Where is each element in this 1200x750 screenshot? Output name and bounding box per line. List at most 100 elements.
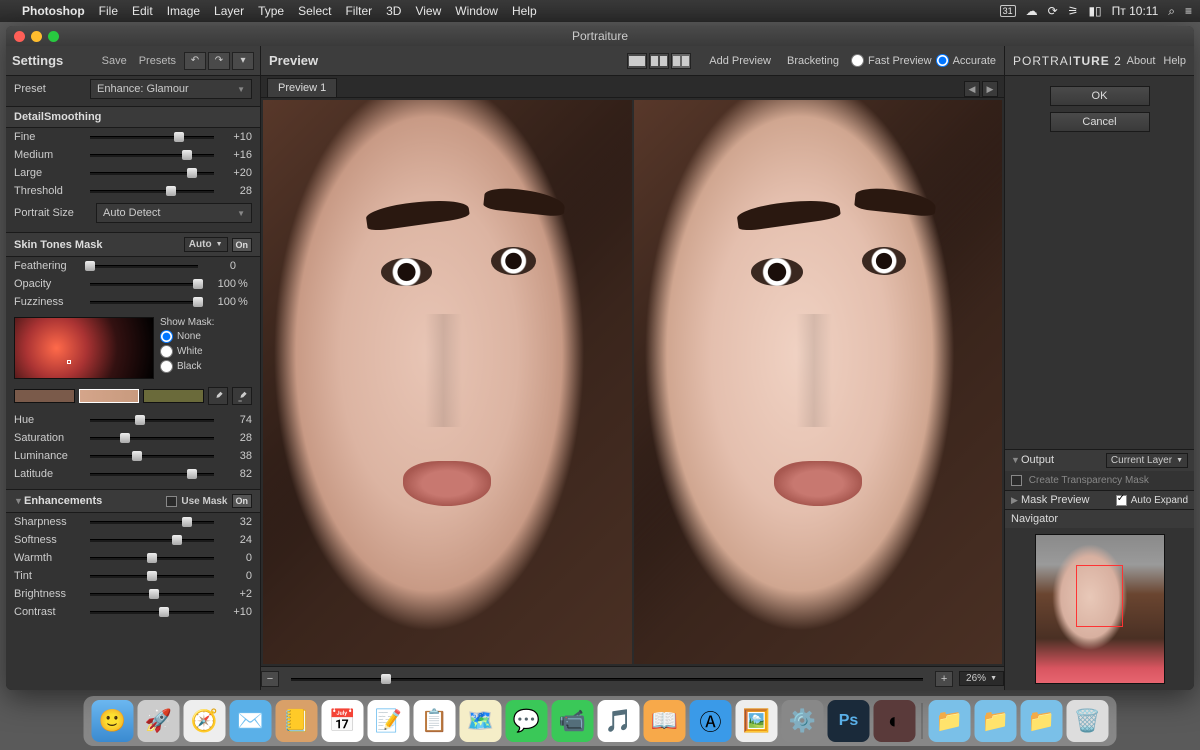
wifi-icon[interactable]: ⚞: [1068, 4, 1079, 18]
eyedropper-icon[interactable]: [208, 387, 228, 405]
dock-launchpad-icon[interactable]: 🚀: [138, 700, 180, 742]
help-link[interactable]: Help: [1163, 55, 1186, 67]
mask-white-radio[interactable]: White: [160, 345, 252, 358]
dock-safari-icon[interactable]: 🧭: [184, 700, 226, 742]
saturation-slider[interactable]: [90, 432, 214, 444]
menu-type[interactable]: Type: [258, 4, 284, 18]
undo-icon[interactable]: ↶: [184, 52, 206, 70]
cloud-icon[interactable]: ☁: [1026, 4, 1038, 18]
preview-before[interactable]: [263, 100, 632, 664]
dock-maps-icon[interactable]: 🗺️: [460, 700, 502, 742]
dock-reminders-icon[interactable]: 📋: [414, 700, 456, 742]
tint-slider[interactable]: [90, 570, 214, 582]
navigator-thumbnail[interactable]: [1035, 534, 1165, 684]
medium-slider[interactable]: [90, 149, 214, 161]
bracketing-button[interactable]: Bracketing: [779, 53, 847, 69]
zoom-percent-dropdown[interactable]: 26%▼: [959, 671, 1004, 686]
sync-icon[interactable]: ⟳: [1048, 4, 1058, 18]
clock[interactable]: Пт 10:11: [1112, 4, 1159, 18]
zoom-slider[interactable]: [291, 673, 923, 685]
accurate-radio[interactable]: Accurate: [936, 54, 996, 67]
dock-folder-downloads-icon[interactable]: 📁: [929, 700, 971, 742]
menu-select[interactable]: Select: [298, 4, 331, 18]
dock-finder-icon[interactable]: 🙂: [92, 700, 134, 742]
swatch-shadow[interactable]: [14, 389, 75, 403]
portrait-size-dropdown[interactable]: Auto Detect▼: [96, 203, 252, 223]
chevron-down-icon[interactable]: ▼: [14, 496, 24, 506]
output-dropdown[interactable]: Current Layer▼: [1106, 453, 1188, 468]
dock-ibooks-icon[interactable]: 📖: [644, 700, 686, 742]
brightness-slider[interactable]: [90, 588, 214, 600]
menu-layer[interactable]: Layer: [214, 4, 244, 18]
threshold-slider[interactable]: [90, 185, 214, 197]
battery-icon[interactable]: ▮▯: [1088, 4, 1101, 18]
hue-slider[interactable]: [90, 414, 214, 426]
feathering-slider[interactable]: [90, 260, 198, 272]
preview-tab-1[interactable]: Preview 1: [267, 78, 337, 97]
chevron-down-icon[interactable]: ▼: [1011, 455, 1021, 465]
skin-mode-dropdown[interactable]: Auto▼: [184, 237, 228, 252]
dock-folder-other-icon[interactable]: 📁: [1021, 700, 1063, 742]
dock-itunes-icon[interactable]: 🎵: [598, 700, 640, 742]
notification-center-icon[interactable]: ≡: [1185, 4, 1192, 18]
calendar-menubar-icon[interactable]: 31: [1000, 5, 1016, 17]
fast-preview-radio[interactable]: Fast Preview: [851, 54, 932, 67]
app-name[interactable]: Photoshop: [22, 4, 85, 18]
dock-imagenomic-icon[interactable]: ◐: [874, 700, 916, 742]
ok-button[interactable]: OK: [1050, 86, 1150, 106]
zoom-window-button[interactable]: [48, 31, 59, 42]
enhancements-toggle[interactable]: On: [232, 494, 253, 508]
view-split-h-button[interactable]: [649, 53, 669, 69]
dock-trash-icon[interactable]: 🗑️: [1067, 700, 1109, 742]
zoom-out-button[interactable]: −: [261, 671, 279, 687]
menu-3d[interactable]: 3D: [386, 4, 401, 18]
dock-preview-icon[interactable]: 🖼️: [736, 700, 778, 742]
cancel-button[interactable]: Cancel: [1050, 112, 1150, 132]
swatch-mid[interactable]: [79, 389, 140, 403]
spotlight-icon[interactable]: ⌕: [1168, 4, 1175, 19]
fuzziness-slider[interactable]: [90, 296, 198, 308]
mask-black-radio[interactable]: Black: [160, 360, 252, 373]
dock-settings-icon[interactable]: ⚙️: [782, 700, 824, 742]
softness-slider[interactable]: [90, 534, 214, 546]
warmth-slider[interactable]: [90, 552, 214, 564]
fine-slider[interactable]: [90, 131, 214, 143]
menu-filter[interactable]: Filter: [345, 4, 372, 18]
create-mask-checkbox[interactable]: [1011, 475, 1022, 486]
menu-view[interactable]: View: [415, 4, 441, 18]
view-split-v-button[interactable]: [671, 53, 691, 69]
dock-notes-icon[interactable]: 📝: [368, 700, 410, 742]
dock-calendar-icon[interactable]: 📅: [322, 700, 364, 742]
use-mask-checkbox[interactable]: [166, 496, 177, 507]
dock-messages-icon[interactable]: 💬: [506, 700, 548, 742]
mask-none-radio[interactable]: None: [160, 330, 252, 343]
presets-button[interactable]: Presets: [133, 53, 182, 69]
swatch-highlight[interactable]: [143, 389, 204, 403]
skin-color-picker[interactable]: [14, 317, 154, 379]
chevron-right-icon[interactable]: ▶: [1011, 495, 1021, 506]
history-dropdown-icon[interactable]: ▾: [232, 52, 254, 70]
auto-expand-checkbox[interactable]: [1116, 495, 1127, 506]
preset-dropdown[interactable]: Enhance: Glamour ▼: [90, 79, 252, 99]
eyedropper-minus-icon[interactable]: [232, 387, 252, 405]
save-button[interactable]: Save: [96, 53, 133, 69]
dock-contacts-icon[interactable]: 📒: [276, 700, 318, 742]
dock-folder-documents-icon[interactable]: 📁: [975, 700, 1017, 742]
luminance-slider[interactable]: [90, 450, 214, 462]
large-slider[interactable]: [90, 167, 214, 179]
zoom-in-button[interactable]: +: [935, 671, 953, 687]
dock-facetime-icon[interactable]: 📹: [552, 700, 594, 742]
menu-help[interactable]: Help: [512, 4, 537, 18]
dock-photoshop-icon[interactable]: Ps: [828, 700, 870, 742]
close-window-button[interactable]: [14, 31, 25, 42]
tab-next-button[interactable]: ▶: [982, 81, 998, 97]
contrast-slider[interactable]: [90, 606, 214, 618]
redo-icon[interactable]: ↷: [208, 52, 230, 70]
menu-edit[interactable]: Edit: [132, 4, 153, 18]
navigator-viewport[interactable]: [1076, 565, 1122, 627]
dock-mail-icon[interactable]: ✉️: [230, 700, 272, 742]
menu-window[interactable]: Window: [455, 4, 498, 18]
latitude-slider[interactable]: [90, 468, 214, 480]
menu-image[interactable]: Image: [167, 4, 200, 18]
menu-file[interactable]: File: [99, 4, 118, 18]
